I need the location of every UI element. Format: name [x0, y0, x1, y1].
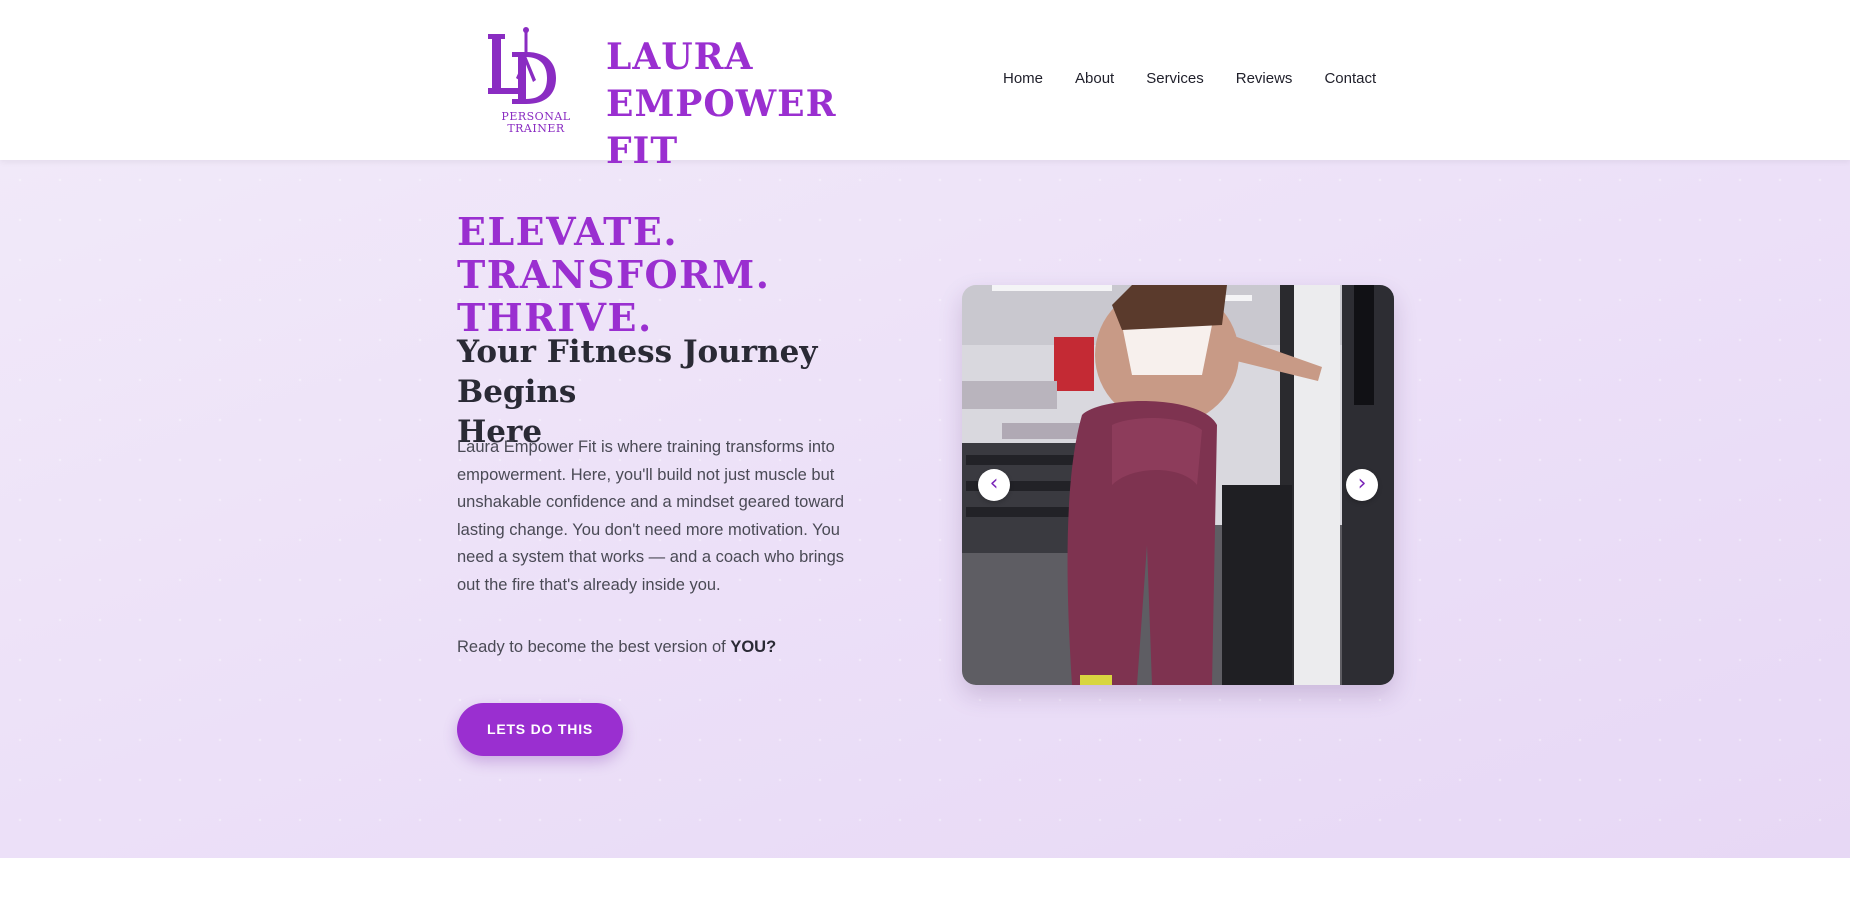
intro-line: out the fire that's already inside you.: [457, 575, 721, 594]
carousel-gym-photo: [962, 285, 1394, 685]
hero-ready-text: Ready to become the best version of YOU?: [457, 635, 887, 659]
heading-line-1: Your Fitness Journey Begins: [457, 334, 818, 410]
nav-about[interactable]: About: [1075, 69, 1114, 89]
brand-line-2: FIT: [606, 130, 679, 172]
tagline-line-1: ELEVATE.: [457, 209, 679, 254]
site-header: PERSONAL TRAINER LAURA EMPOWER FIT Home …: [0, 0, 1850, 172]
ready-emphasis: YOU?: [730, 638, 777, 656]
intro-line: Laura Empower Fit is where training tran…: [457, 438, 835, 456]
nav-services[interactable]: Services: [1146, 69, 1204, 89]
nav-home[interactable]: Home: [1003, 69, 1043, 89]
logo-mark-icon: PERSONAL TRAINER: [488, 27, 570, 134]
intro-line: unshakable confidence and a mindset gear…: [457, 493, 845, 511]
hero-intro-text: Laura Empower Fit is where training tran…: [457, 434, 887, 599]
hero-carousel: ‹ ›: [962, 285, 1394, 685]
brand-line-1: LAURA EMPOWER: [606, 36, 837, 125]
intro-line: lasting change. You don't need more moti…: [457, 520, 840, 539]
main-nav: Home About Services Reviews Contact: [1003, 69, 1376, 89]
brand-name[interactable]: LAURA EMPOWER FIT: [606, 34, 966, 175]
next-section-edge: [0, 858, 1850, 907]
logo[interactable]: PERSONAL TRAINER: [486, 22, 582, 134]
ready-text: Ready to become the best version of: [457, 638, 731, 656]
nav-reviews[interactable]: Reviews: [1236, 69, 1293, 89]
carousel-prev-button[interactable]: ‹: [978, 469, 1010, 501]
carousel-next-button[interactable]: ›: [1346, 469, 1378, 501]
page: PERSONAL TRAINER LAURA EMPOWER FIT Home …: [0, 0, 1850, 907]
hero-dot-pattern: [0, 160, 1850, 858]
tagline-line-2: TRANSFORM. THRIVE.: [457, 252, 771, 340]
intro-line: need a system that works — and a coach w…: [457, 548, 845, 566]
intro-line: empowerment. Here, you'll build not just…: [457, 465, 835, 484]
hero-section: ELEVATE. TRANSFORM. THRIVE. Your Fitness…: [0, 160, 1850, 858]
lets-do-this-button[interactable]: LETS DO THIS: [457, 703, 623, 756]
logo-caption-line2: TRAINER: [507, 122, 565, 134]
hero-tagline: ELEVATE. TRANSFORM. THRIVE.: [457, 210, 917, 339]
nav-contact[interactable]: Contact: [1324, 69, 1376, 89]
